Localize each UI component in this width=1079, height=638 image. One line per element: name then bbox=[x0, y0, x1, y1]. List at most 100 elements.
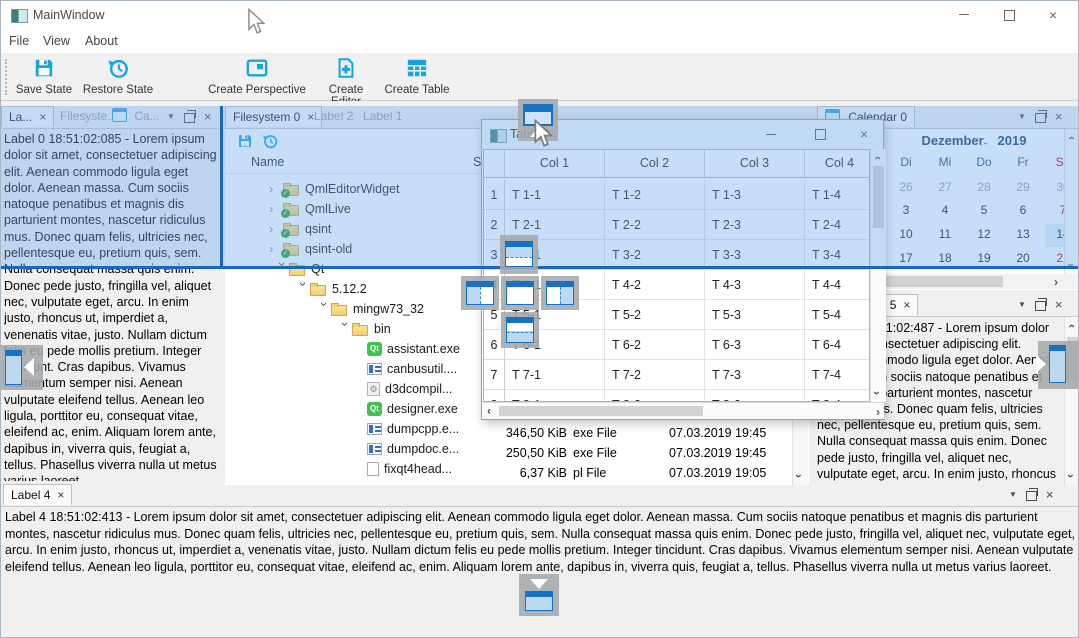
tree-row[interactable]: Qt assistant.exe bbox=[225, 339, 460, 359]
row-header[interactable]: 6 bbox=[484, 330, 505, 360]
scroll-down-icon[interactable]: › bbox=[1064, 474, 1078, 478]
table-cell[interactable]: T 1-4 bbox=[805, 180, 870, 210]
table-horizontal-scrollbar[interactable]: › › bbox=[483, 402, 884, 419]
floating-table-window[interactable]: Table 0 × Col 1 Col 2 Col 3 Col 4 1 T 1-… bbox=[481, 119, 884, 420]
table-cell[interactable]: T 2-3 bbox=[705, 210, 805, 240]
calendar-day[interactable]: 18 bbox=[927, 251, 963, 265]
tab-close-icon[interactable]: × bbox=[57, 488, 64, 502]
pane-close-icon[interactable]: × bbox=[204, 111, 212, 123]
create-table-button[interactable]: Create Table bbox=[384, 57, 450, 96]
table-cell[interactable]: T 3-4 bbox=[805, 240, 870, 270]
toolbar-drag-handle[interactable] bbox=[5, 59, 7, 95]
menu-view[interactable]: View bbox=[43, 34, 70, 48]
tree-row[interactable]: ⚙ d3dcompil... bbox=[225, 379, 452, 399]
calendar-month[interactable]: Dezember bbox=[922, 133, 984, 148]
scrollbar-thumb[interactable] bbox=[873, 166, 884, 228]
calendar-vertical-scrollbar[interactable]: › › bbox=[1064, 129, 1079, 274]
calendar-day[interactable]: 12 bbox=[966, 227, 1002, 241]
table-cell[interactable]: T 5-3 bbox=[705, 300, 805, 330]
scroll-up-icon[interactable]: › bbox=[1064, 324, 1078, 328]
scroll-up-icon[interactable]: › bbox=[870, 156, 884, 160]
table-cell[interactable]: T 6-1 bbox=[505, 330, 605, 360]
pane-close-icon[interactable]: × bbox=[1046, 489, 1054, 501]
table-cell[interactable]: T 7-3 bbox=[705, 360, 805, 390]
table-cell[interactable]: T 4-3 bbox=[705, 270, 805, 300]
scrollbar-thumb[interactable] bbox=[499, 406, 703, 416]
pane-menu-icon[interactable]: ▼ bbox=[1009, 489, 1017, 501]
scrollbar-thumb[interactable] bbox=[885, 276, 1003, 287]
table-vertical-scrollbar[interactable]: › › bbox=[870, 149, 886, 402]
row-header[interactable]: 5 bbox=[484, 300, 505, 330]
row-header[interactable]: 1 bbox=[484, 180, 505, 210]
pane-float-icon[interactable] bbox=[184, 113, 195, 123]
tab-label2[interactable]: Label 2 bbox=[307, 106, 360, 127]
tree-row[interactable]: › bin bbox=[225, 319, 391, 339]
pane-close-icon[interactable]: × bbox=[1055, 299, 1063, 311]
tree-row[interactable]: › 5.12.2 bbox=[225, 279, 367, 299]
tree-row[interactable]: dumpcpp.e... bbox=[225, 419, 459, 439]
pane-close-icon[interactable]: × bbox=[1055, 111, 1063, 123]
table-cell[interactable]: T 1-1 bbox=[505, 180, 605, 210]
table-cell[interactable]: T 3-3 bbox=[705, 240, 805, 270]
calendar-day[interactable]: 11 bbox=[927, 227, 963, 241]
table-col-header[interactable]: Col 1 bbox=[505, 150, 605, 178]
table-cell[interactable]: T 8-2 bbox=[605, 390, 705, 402]
tab-label1[interactable]: Label 1 bbox=[356, 106, 409, 127]
calendar-day[interactable]: 29 bbox=[1005, 180, 1041, 194]
table-cell[interactable]: T 4-2 bbox=[605, 270, 705, 300]
calendar-day[interactable]: 20 bbox=[1005, 251, 1041, 265]
calendar-day[interactable]: 13 bbox=[1005, 227, 1041, 241]
tree-row[interactable]: › Qt bbox=[225, 259, 324, 279]
tree-row[interactable]: › ✓ qsint bbox=[225, 219, 331, 239]
pane-float-icon[interactable] bbox=[1026, 491, 1037, 501]
maximize-icon[interactable] bbox=[1004, 10, 1015, 21]
table-window-titlebar[interactable]: Table 0 × bbox=[482, 120, 883, 149]
table-cell[interactable]: T 3-1 bbox=[505, 240, 605, 270]
table-cell[interactable]: T 1-2 bbox=[605, 180, 705, 210]
close-icon[interactable]: × bbox=[860, 127, 868, 141]
maximize-icon[interactable] bbox=[815, 129, 826, 140]
scroll-down-icon[interactable]: › bbox=[792, 474, 806, 478]
table-grid[interactable]: Col 1 Col 2 Col 3 Col 4 1 T 1-1 T 1-2 T … bbox=[483, 149, 870, 402]
table-cell[interactable]: T 6-4 bbox=[805, 330, 870, 360]
table-cell[interactable]: T 2-1 bbox=[505, 210, 605, 240]
table-cell[interactable]: T 5-4 bbox=[805, 300, 870, 330]
calendar-day[interactable]: 28 bbox=[966, 180, 1002, 194]
calendar-day[interactable]: 27 bbox=[927, 180, 963, 194]
table-cell[interactable]: T 7-1 bbox=[505, 360, 605, 390]
minimize-icon[interactable] bbox=[766, 134, 776, 135]
row-header[interactable]: 2 bbox=[484, 210, 505, 240]
pane-float-icon[interactable] bbox=[1035, 113, 1046, 123]
tree-row[interactable]: › ✓ QmlEditorWidget bbox=[225, 179, 399, 199]
scroll-left-icon[interactable]: › bbox=[487, 405, 491, 419]
table-cell[interactable]: T 8-4 bbox=[805, 390, 870, 402]
fs-column-name[interactable]: Name bbox=[251, 155, 284, 169]
table-cell[interactable]: T 5-2 bbox=[605, 300, 705, 330]
tree-row[interactable]: › ✓ qsint-old bbox=[225, 239, 352, 259]
calendar-day[interactable]: 5 bbox=[966, 203, 1002, 217]
table-col-header[interactable]: Col 4 bbox=[805, 150, 870, 178]
tree-row[interactable]: › ✓ QmlLive bbox=[225, 199, 351, 219]
tab-label4[interactable]: Label 4× bbox=[3, 484, 72, 505]
calendar-day[interactable]: 17 bbox=[888, 251, 924, 265]
pane-menu-icon[interactable]: ▼ bbox=[1018, 299, 1026, 311]
close-icon[interactable]: × bbox=[1049, 8, 1057, 22]
menu-file[interactable]: File bbox=[9, 34, 29, 48]
chevron-down-icon[interactable]: › bbox=[296, 282, 310, 296]
tab-calendar1[interactable]: Ca... bbox=[105, 106, 167, 127]
table-cell[interactable]: T 4-1 bbox=[505, 270, 605, 300]
table-cell[interactable]: T 5-1 bbox=[505, 300, 605, 330]
pane-menu-icon[interactable]: ▼ bbox=[1018, 111, 1026, 123]
scroll-right-icon[interactable]: › bbox=[876, 405, 880, 419]
table-cell[interactable]: T 4-4 bbox=[805, 270, 870, 300]
tree-row[interactable]: dumpdoc.e... bbox=[225, 439, 459, 459]
table-cell[interactable]: T 2-4 bbox=[805, 210, 870, 240]
row-header[interactable]: 3 bbox=[484, 240, 505, 270]
label5-vertical-scrollbar[interactable]: › › bbox=[1064, 317, 1079, 485]
table-cell[interactable]: T 7-4 bbox=[805, 360, 870, 390]
table-cell[interactable]: T 6-2 bbox=[605, 330, 705, 360]
calendar-year[interactable]: 2019 bbox=[998, 133, 1027, 148]
calendar-month-header[interactable]: Dezember› 2019 bbox=[884, 133, 1064, 148]
restore-state-button[interactable]: Restore State bbox=[81, 57, 155, 96]
chevron-down-icon[interactable]: › bbox=[275, 262, 289, 276]
